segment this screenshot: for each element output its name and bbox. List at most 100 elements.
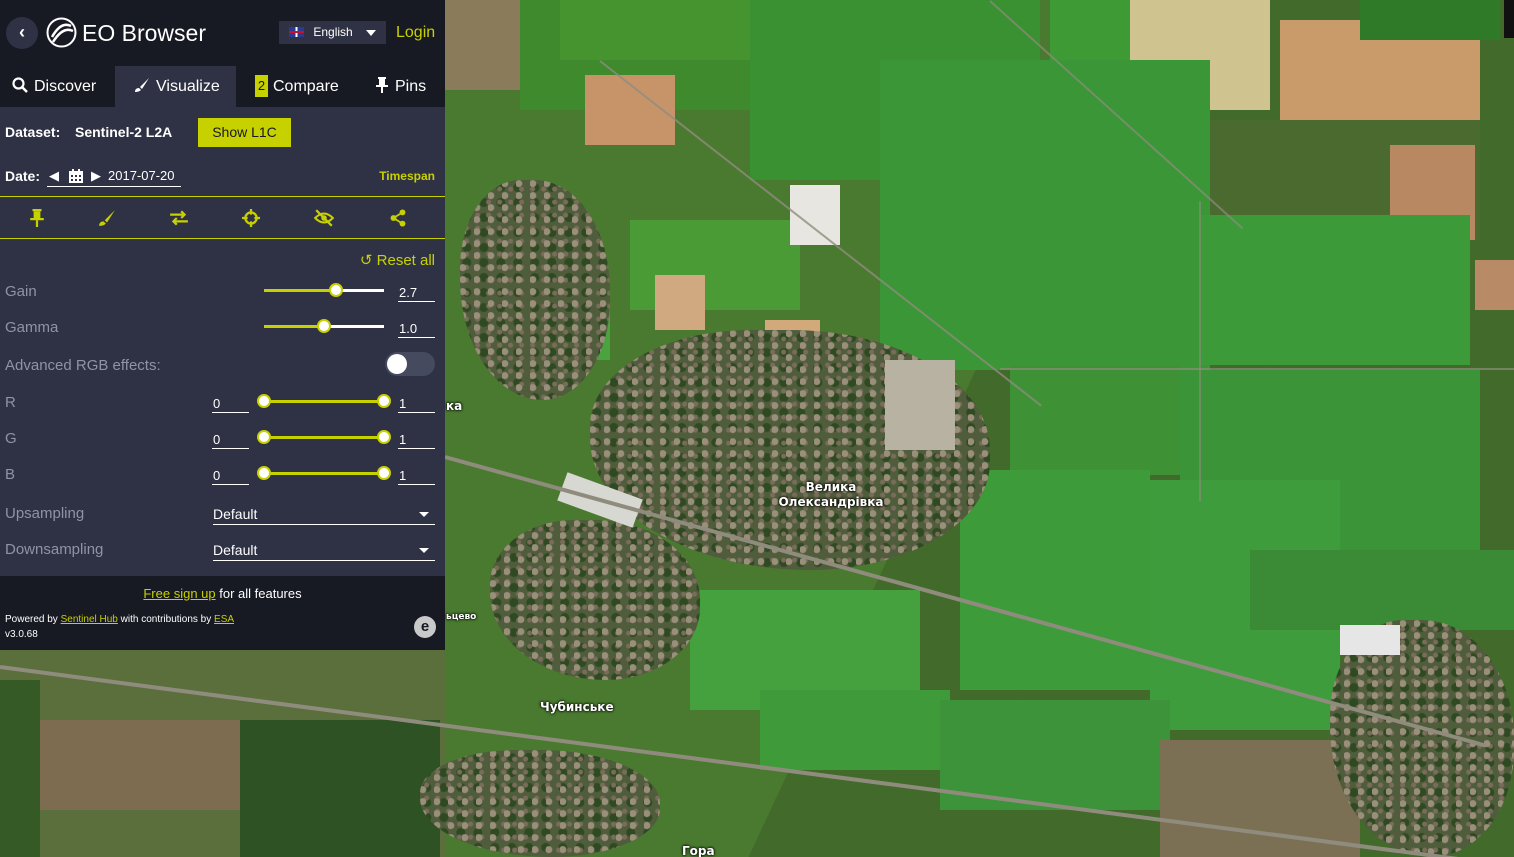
- dataset-row: Dataset: Sentinel-2 L2A Show L1C: [5, 118, 440, 148]
- calendar-icon[interactable]: [69, 169, 83, 183]
- dataset-value: Sentinel-2 L2A: [75, 124, 173, 140]
- collapse-panel-button[interactable]: ‹: [6, 17, 38, 49]
- tab-visualize[interactable]: Visualize: [115, 66, 236, 107]
- app-title: EO Browser: [82, 20, 206, 46]
- pin-icon[interactable]: [27, 209, 47, 227]
- gamma-value-input[interactable]: 1.0: [398, 320, 435, 338]
- timespan-link[interactable]: Timespan: [379, 169, 435, 183]
- gain-value-input[interactable]: 2.7: [398, 284, 435, 302]
- show-l1c-button[interactable]: Show L1C: [198, 118, 291, 147]
- channel-g-label: G: [5, 430, 17, 447]
- next-date-icon[interactable]: ▶: [91, 167, 101, 185]
- map-field: [40, 720, 240, 810]
- panel-header: ‹ EO Browser English Login: [0, 0, 445, 66]
- map-label-partial: ка: [446, 399, 463, 413]
- gamma-slider[interactable]: [264, 319, 384, 333]
- caret-down-icon: [419, 548, 429, 553]
- signup-line: Free sign up for all features: [0, 586, 445, 601]
- channel-g-range-slider[interactable]: [257, 430, 391, 444]
- advanced-rgb-toggle[interactable]: [385, 352, 435, 376]
- map-field: [1360, 0, 1500, 40]
- date-label: Date:: [5, 168, 41, 184]
- reset-icon: ↺: [359, 252, 373, 269]
- channel-r-max-input[interactable]: 1: [398, 395, 435, 413]
- channel-b-min-input[interactable]: 0: [212, 467, 249, 485]
- date-picker[interactable]: ◀ ▶ 2017-07-20: [47, 167, 181, 187]
- map-field: [1250, 550, 1514, 630]
- channel-g-min-handle[interactable]: [257, 430, 271, 444]
- channel-b-max-handle[interactable]: [377, 466, 391, 480]
- tab-pins[interactable]: Pins: [375, 66, 426, 107]
- gain-slider[interactable]: [264, 283, 384, 297]
- map-field: [0, 680, 40, 857]
- channel-r-max-handle[interactable]: [377, 394, 391, 408]
- prev-date-icon[interactable]: ◀: [49, 167, 59, 185]
- reset-all-label: Reset all: [376, 252, 435, 269]
- map-field: [240, 720, 440, 857]
- channel-r-min-input[interactable]: 0: [212, 395, 249, 413]
- version-text: v3.0.68: [5, 629, 38, 640]
- crosshair-icon[interactable]: [241, 209, 261, 227]
- settlement-area: [460, 180, 610, 400]
- date-row: Date: ◀ ▶ 2017-07-20 Timespan: [5, 164, 435, 188]
- channel-b-label: B: [5, 466, 16, 483]
- settlement-area: [490, 520, 700, 680]
- gamma-slider-handle[interactable]: [317, 319, 331, 333]
- channel-r-range-slider[interactable]: [257, 394, 391, 408]
- channel-g-min-input[interactable]: 0: [212, 431, 249, 449]
- downsampling-label: Downsampling: [5, 541, 104, 558]
- map-field: [1475, 260, 1514, 310]
- gain-label: Gain: [5, 283, 37, 300]
- free-signup-link[interactable]: Free sign up: [143, 586, 215, 601]
- map-field: [760, 690, 950, 770]
- side-panel: ‹ EO Browser English Login Discover Visu…: [0, 0, 445, 650]
- gamma-label: Gamma: [5, 319, 59, 336]
- channel-g-max-handle[interactable]: [377, 430, 391, 444]
- map-field: [1200, 215, 1470, 365]
- gain-slider-handle[interactable]: [329, 283, 343, 297]
- powered-by: Powered by Sentinel Hub with contributio…: [5, 612, 234, 642]
- reset-all-button[interactable]: ↺ Reset all: [360, 251, 435, 269]
- share-icon[interactable]: [388, 209, 408, 227]
- eye-slash-icon[interactable]: [314, 209, 334, 227]
- sentinel-hub-link[interactable]: Sentinel Hub: [61, 614, 118, 625]
- tab-discover[interactable]: Discover: [12, 66, 96, 107]
- downsampling-value: Default: [213, 542, 258, 558]
- road: [1199, 201, 1201, 501]
- upsampling-select[interactable]: Default: [213, 505, 435, 525]
- upsampling-label: Upsampling: [5, 505, 85, 522]
- map-control-edge: [1504, 0, 1514, 38]
- esa-logo-icon: e: [414, 616, 436, 638]
- tab-label: Compare: [273, 78, 339, 95]
- channel-b-range-slider[interactable]: [257, 466, 391, 480]
- panel-footer: Free sign up for all features Powered by…: [0, 576, 445, 650]
- advanced-rgb-label: Advanced RGB effects:: [5, 357, 161, 374]
- login-link[interactable]: Login: [396, 24, 435, 42]
- visualization-toolbar: [0, 196, 445, 239]
- gamma-slider-fill: [264, 325, 324, 328]
- building: [885, 360, 955, 450]
- channel-b-min-handle[interactable]: [257, 466, 271, 480]
- road: [1000, 368, 1514, 370]
- tab-label: Pins: [395, 78, 427, 95]
- brush-icon[interactable]: [97, 209, 117, 227]
- language-select[interactable]: English: [279, 21, 386, 44]
- toggle-knob: [387, 354, 407, 374]
- main-tabs: Discover Visualize 2 Compare Pins: [0, 66, 445, 107]
- tab-compare[interactable]: 2 Compare: [255, 66, 339, 107]
- map-label-hora: Гора: [682, 844, 715, 857]
- esa-link[interactable]: ESA: [214, 614, 234, 625]
- channel-g-max-input[interactable]: 1: [398, 431, 435, 449]
- date-value: 2017-07-20: [108, 168, 175, 183]
- chevron-left-icon: ‹: [19, 22, 25, 42]
- map-field: [960, 470, 1150, 690]
- map-label-chubynske: Чубинське: [540, 700, 614, 714]
- caret-down-icon: [419, 512, 429, 517]
- eo-browser-logo: [46, 17, 77, 48]
- upsampling-value: Default: [213, 506, 258, 522]
- downsampling-select[interactable]: Default: [213, 541, 435, 561]
- channel-r-min-handle[interactable]: [257, 394, 271, 408]
- channel-r-label: R: [5, 394, 16, 411]
- swap-icon[interactable]: [169, 209, 189, 227]
- channel-b-max-input[interactable]: 1: [398, 467, 435, 485]
